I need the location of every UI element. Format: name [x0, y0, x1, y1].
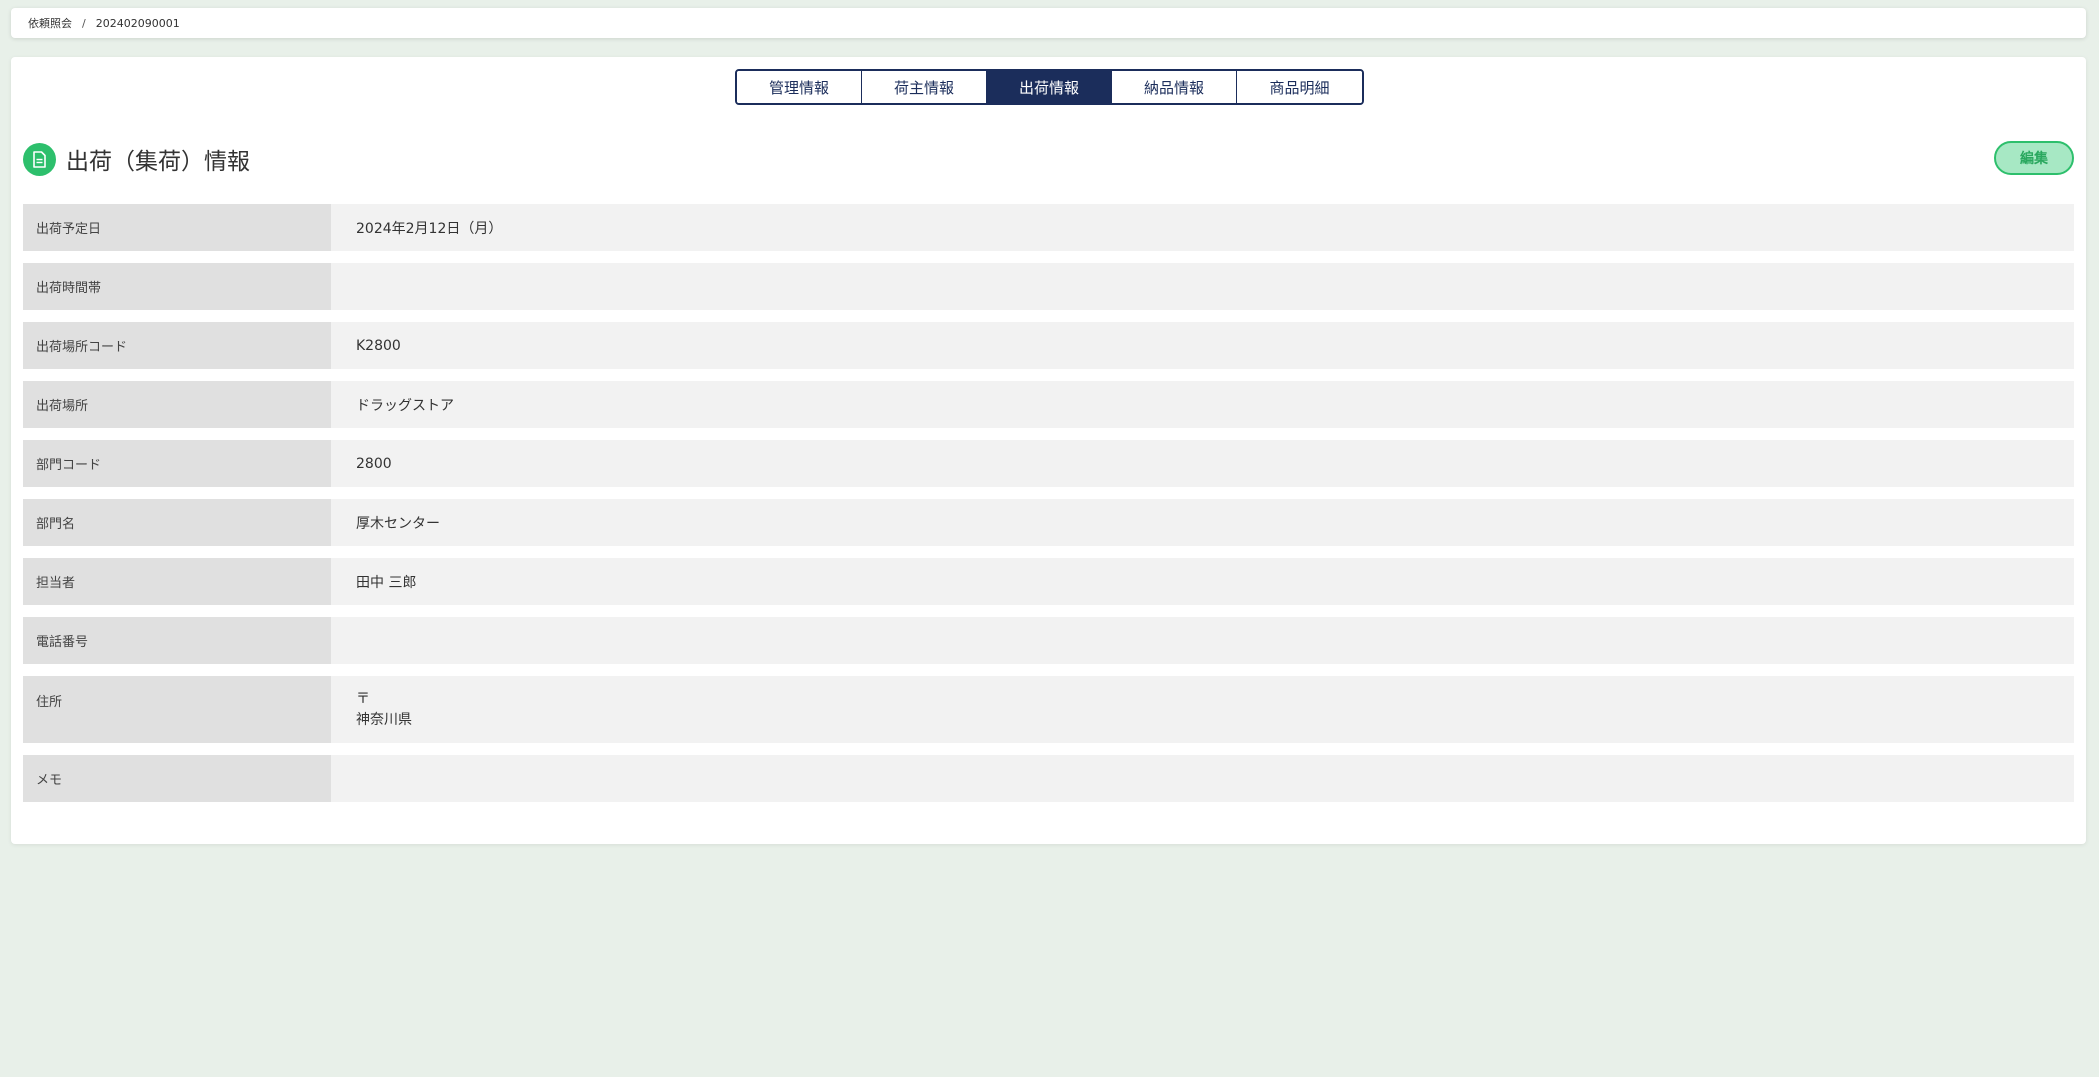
breadcrumb-parent-link[interactable]: 依頼照会: [28, 15, 72, 31]
tab-bar: 管理情報 荷主情報 出荷情報 納品情報 商品明細: [735, 69, 1364, 105]
breadcrumb-separator: /: [82, 16, 86, 30]
field-row-shipping-time: 出荷時間帯: [23, 263, 2074, 310]
main-card: 管理情報 荷主情報 出荷情報 納品情報 商品明細 出荷（集荷）情報 編集 出荷予…: [11, 57, 2086, 844]
tab-management-info[interactable]: 管理情報: [737, 71, 862, 103]
field-label: 部門コード: [23, 440, 331, 487]
field-label: 出荷場所: [23, 381, 331, 428]
document-icon: [23, 142, 56, 176]
field-label: 担当者: [23, 558, 331, 605]
edit-button[interactable]: 編集: [1994, 141, 2074, 175]
field-row-shipping-date: 出荷予定日 2024年2月12日（月）: [23, 204, 2074, 251]
field-label: 部門名: [23, 499, 331, 546]
field-value: ドラッグストア: [331, 381, 2074, 428]
field-row-location-code: 出荷場所コード K2800: [23, 322, 2074, 369]
breadcrumb-current: 202402090001: [95, 16, 180, 30]
field-value: 2800: [331, 440, 2074, 487]
field-row-department-code: 部門コード 2800: [23, 440, 2074, 487]
field-value: 〒 神奈川県: [331, 676, 2074, 743]
field-value: 2024年2月12日（月）: [331, 204, 2074, 251]
field-row-phone: 電話番号: [23, 617, 2074, 664]
address-prefecture: 神奈川県: [356, 711, 412, 728]
field-value: K2800: [331, 322, 2074, 369]
field-value: [331, 617, 2074, 664]
tab-delivery-info[interactable]: 納品情報: [1112, 71, 1237, 103]
field-label: 出荷時間帯: [23, 263, 331, 310]
field-label: 出荷予定日: [23, 204, 331, 251]
section-title: 出荷（集荷）情報: [66, 149, 250, 175]
tab-shipper-info[interactable]: 荷主情報: [862, 71, 987, 103]
field-label: 出荷場所コード: [23, 322, 331, 369]
breadcrumb: 依頼照会 / 202402090001: [11, 8, 2086, 38]
field-value: 田中 三郎: [331, 558, 2074, 605]
field-row-department-name: 部門名 厚木センター: [23, 499, 2074, 546]
detail-table: 出荷予定日 2024年2月12日（月） 出荷時間帯 出荷場所コード K2800 …: [23, 204, 2074, 814]
field-row-memo: メモ: [23, 755, 2074, 802]
field-row-location: 出荷場所 ドラッグストア: [23, 381, 2074, 428]
field-row-person-in-charge: 担当者 田中 三郎: [23, 558, 2074, 605]
field-label: 電話番号: [23, 617, 331, 664]
tab-shipping-info[interactable]: 出荷情報: [987, 71, 1112, 103]
field-label: 住所: [23, 676, 331, 743]
field-row-address: 住所 〒 神奈川県: [23, 676, 2074, 743]
field-value: [331, 755, 2074, 802]
field-label: メモ: [23, 755, 331, 802]
tab-product-details[interactable]: 商品明細: [1237, 71, 1362, 103]
field-value: 厚木センター: [331, 499, 2074, 546]
postal-mark: 〒: [356, 690, 370, 707]
section-header: 出荷（集荷）情報: [23, 142, 250, 176]
field-value: [331, 263, 2074, 310]
